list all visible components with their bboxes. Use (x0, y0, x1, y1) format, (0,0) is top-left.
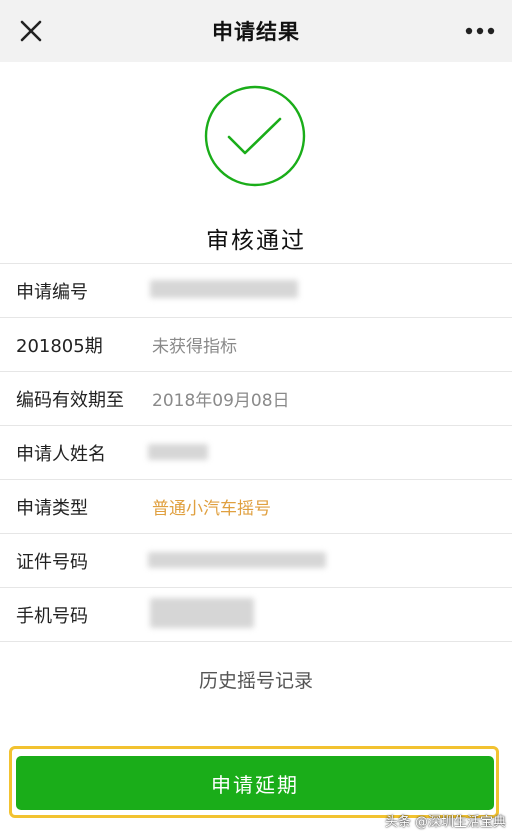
info-value: 未获得指标 (152, 337, 237, 357)
check-circle-icon (204, 85, 306, 187)
more-icon (465, 27, 495, 35)
info-label: 申请类型 (16, 497, 88, 519)
info-value: 2018年09月08日 (152, 391, 290, 411)
info-label: 申请人姓名 (16, 443, 106, 465)
nav-bar: 申请结果 (0, 0, 512, 62)
info-row-application-number: 申请编号 (0, 264, 512, 318)
info-row-applicant-name: 申请人姓名 (0, 426, 512, 480)
info-row-period: 201805期 未获得指标 (0, 318, 512, 372)
info-label: 申请编号 (16, 281, 88, 303)
info-row-id-number: 证件号码 (0, 534, 512, 588)
more-button[interactable] (460, 14, 500, 48)
info-label: 证件号码 (16, 551, 88, 573)
result-status: 审核通过 (206, 228, 306, 254)
watermark: 头条 @深圳生活宝典 (384, 815, 506, 830)
info-row-valid-until: 编码有效期至 2018年09月08日 (0, 372, 512, 426)
close-button[interactable] (14, 14, 48, 48)
redacted-value (148, 444, 208, 460)
close-icon (20, 20, 42, 42)
apply-extension-button[interactable]: 申请延期 (16, 756, 494, 810)
redacted-value (150, 598, 254, 628)
history-lottery-link[interactable]: 历史摇号记录 (0, 666, 512, 693)
info-label: 编码有效期至 (16, 389, 124, 411)
info-row-application-type: 申请类型 普通小汽车摇号 (0, 480, 512, 534)
info-list: 申请编号 201805期 未获得指标 编码有效期至 2018年09月08日 申请… (0, 263, 512, 642)
info-label: 手机号码 (16, 605, 88, 627)
info-row-phone-number: 手机号码 (0, 588, 512, 642)
info-label: 201805期 (16, 335, 103, 357)
redacted-value (148, 552, 326, 568)
info-value: 普通小汽车摇号 (152, 499, 271, 519)
redacted-value (150, 280, 298, 298)
page-title: 申请结果 (212, 20, 300, 44)
